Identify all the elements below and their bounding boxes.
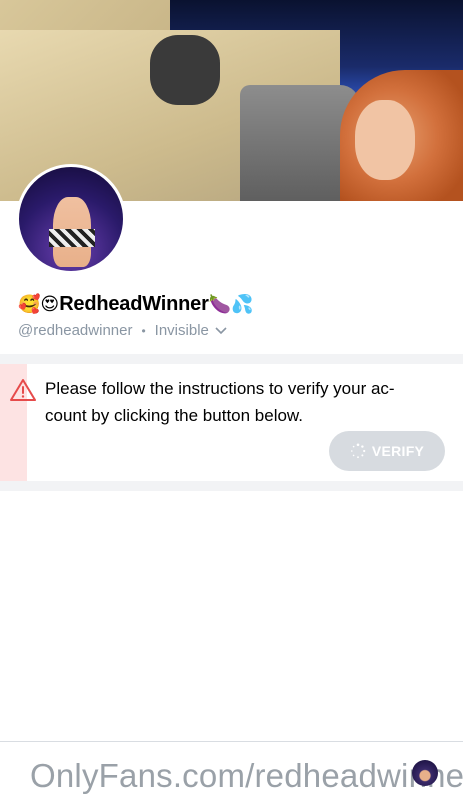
profile-handle: @redheadwinner bbox=[18, 322, 133, 339]
notice-message: Please follow the instructions to verify… bbox=[45, 379, 395, 425]
separator-dot: • bbox=[141, 323, 146, 338]
watermark-divider bbox=[0, 741, 463, 742]
profile-name: RedheadWinner bbox=[59, 292, 209, 315]
verify-notice: Please follow the instructions to verify… bbox=[0, 364, 463, 481]
name-prefix-emoji: 🥰😍 bbox=[18, 293, 60, 314]
watermark-avatar bbox=[412, 760, 438, 786]
spinner-icon bbox=[350, 443, 366, 459]
section-divider bbox=[0, 481, 463, 491]
verify-button-label: VERIFY bbox=[371, 443, 425, 459]
warning-icon bbox=[10, 379, 36, 401]
avatar[interactable] bbox=[16, 164, 126, 274]
status-label: Invisible bbox=[154, 322, 209, 339]
handle-row: @redheadwinner • Invisible bbox=[18, 322, 227, 339]
chevron-down-icon bbox=[215, 326, 227, 334]
watermark-text: OnlyFans.com/redheadwinner bbox=[30, 757, 463, 794]
verify-button[interactable]: VERIFY bbox=[329, 431, 445, 471]
name-suffix-emoji: 🍆💦 bbox=[208, 293, 254, 314]
status-dropdown[interactable]: Invisible bbox=[155, 322, 227, 339]
section-divider bbox=[0, 354, 463, 364]
profile-name-row: 🥰😍 RedheadWinner 🍆💦 bbox=[18, 290, 253, 318]
